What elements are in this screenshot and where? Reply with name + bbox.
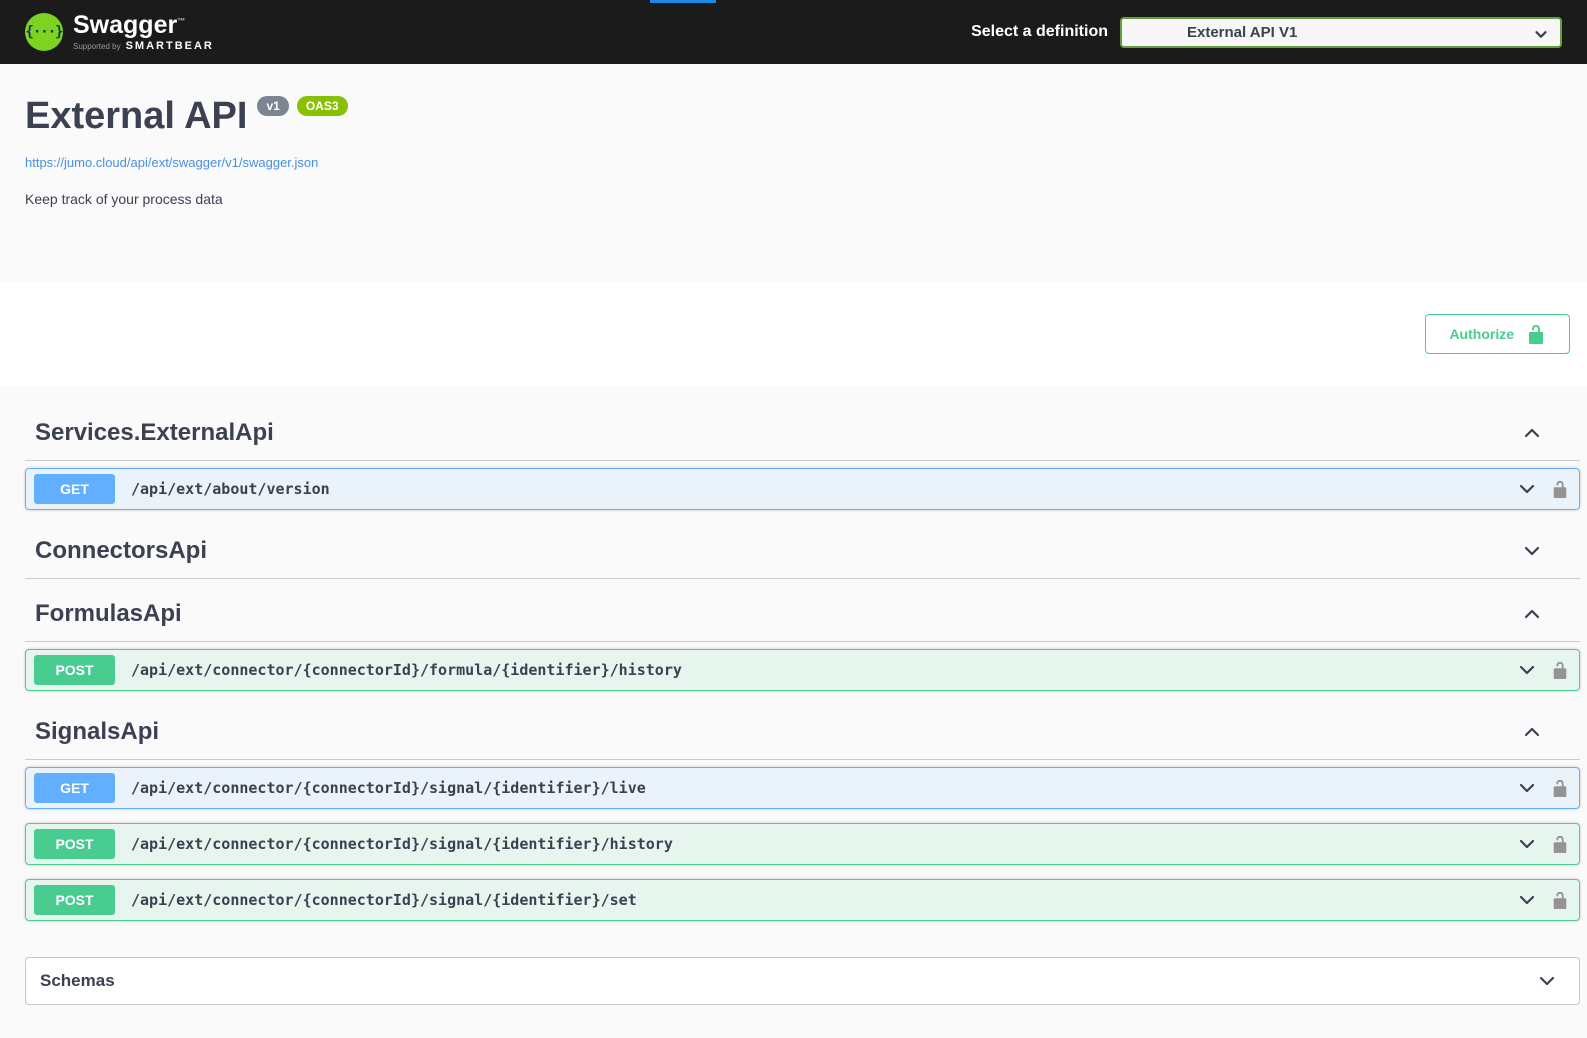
definition-selector: Select a definition External API V1 bbox=[971, 17, 1562, 48]
operation-row[interactable]: POST/api/ext/connector/{connectorId}/sig… bbox=[25, 879, 1580, 921]
operation-path: /api/ext/connector/{connectorId}/signal/… bbox=[131, 779, 646, 797]
scheme-container: Authorize bbox=[0, 282, 1587, 386]
operation-path: /api/ext/connector/{connectorId}/signal/… bbox=[131, 835, 673, 853]
spec-url-link[interactable]: https://jumo.cloud/api/ext/swagger/v1/sw… bbox=[25, 155, 318, 170]
operation-controls bbox=[1517, 778, 1569, 798]
opblock-tag-section: Services.ExternalApi GET/api/ext/about/ve… bbox=[25, 406, 1580, 510]
version-badge: v1 bbox=[257, 96, 288, 116]
sections-root: Services.ExternalApi GET/api/ext/about/ve… bbox=[25, 406, 1580, 921]
api-description: Keep track of your process data bbox=[25, 191, 1562, 207]
section-header[interactable]: FormulasApi bbox=[25, 587, 1580, 642]
supported-by-prefix: Supported by bbox=[73, 43, 121, 51]
chevron-down-icon bbox=[1532, 25, 1550, 43]
operation-row[interactable]: POST/api/ext/connector/{connectorId}/for… bbox=[25, 649, 1580, 691]
swagger-braces-icon: {···} bbox=[25, 13, 63, 51]
chevron-up-icon[interactable] bbox=[1522, 423, 1542, 443]
unlock-icon[interactable] bbox=[1551, 779, 1569, 797]
chevron-up-icon[interactable] bbox=[1522, 604, 1542, 624]
progress-bar bbox=[650, 0, 716, 3]
authorize-button[interactable]: Authorize bbox=[1425, 314, 1570, 354]
chevron-up-icon[interactable] bbox=[1522, 722, 1542, 742]
operation-row[interactable]: GET/api/ext/connector/{connectorId}/sign… bbox=[25, 767, 1580, 809]
section-title: ConnectorsApi bbox=[35, 538, 207, 564]
chevron-down-icon[interactable] bbox=[1517, 890, 1537, 910]
swagger-ui-page: {···} Swagger™ Supported by SMARTBEAR Se… bbox=[0, 0, 1587, 1038]
section-header[interactable]: ConnectorsApi bbox=[25, 524, 1580, 579]
operations-list: GET/api/ext/about/version bbox=[25, 461, 1580, 510]
unlock-icon[interactable] bbox=[1551, 480, 1569, 498]
operation-controls bbox=[1517, 660, 1569, 680]
operation-controls bbox=[1517, 890, 1569, 910]
api-title: External API v1 OAS3 bbox=[25, 94, 1562, 138]
schemas-section-header[interactable]: Schemas bbox=[25, 957, 1580, 1005]
method-badge: GET bbox=[34, 474, 115, 504]
smartbear-wordmark: SMARTBEAR bbox=[126, 41, 214, 52]
section-title: SignalsApi bbox=[35, 719, 159, 745]
method-badge: POST bbox=[34, 885, 115, 915]
section-header[interactable]: SignalsApi bbox=[25, 705, 1580, 760]
operations-wrapper: Services.ExternalApi GET/api/ext/about/ve… bbox=[0, 386, 1587, 1005]
chevron-down-icon[interactable] bbox=[1517, 834, 1537, 854]
topbar: {···} Swagger™ Supported by SMARTBEAR Se… bbox=[0, 0, 1587, 64]
unlock-icon[interactable] bbox=[1551, 661, 1569, 679]
brand-name: Swagger™ bbox=[73, 13, 214, 38]
info-section: External API v1 OAS3 https://jumo.cloud/… bbox=[0, 64, 1587, 282]
operation-controls bbox=[1517, 834, 1569, 854]
opblock-tag-section: FormulasApi POST/api/ext/connector/{conne… bbox=[25, 587, 1580, 691]
section-header[interactable]: Services.ExternalApi bbox=[25, 406, 1580, 461]
section-title: FormulasApi bbox=[35, 601, 182, 627]
authorize-label: Authorize bbox=[1449, 326, 1514, 342]
opblock-tag-section: ConnectorsApi bbox=[25, 524, 1580, 579]
api-title-text: External API bbox=[25, 94, 247, 138]
section-title: Services.ExternalApi bbox=[35, 420, 274, 446]
opblock-tag-section: SignalsApi GET/api/ext/connector/{connect… bbox=[25, 705, 1580, 921]
definition-select[interactable]: External API V1 bbox=[1120, 17, 1562, 48]
unlock-icon[interactable] bbox=[1551, 835, 1569, 853]
operation-controls bbox=[1517, 479, 1569, 499]
chevron-down-icon[interactable] bbox=[1522, 541, 1542, 561]
operation-row[interactable]: GET/api/ext/about/version bbox=[25, 468, 1580, 510]
unlock-icon[interactable] bbox=[1551, 891, 1569, 909]
definition-select-value: External API V1 bbox=[1187, 24, 1297, 41]
chevron-down-icon[interactable] bbox=[1517, 479, 1537, 499]
chevron-down-icon[interactable] bbox=[1537, 971, 1557, 991]
schemas-title: Schemas bbox=[40, 971, 115, 991]
definition-label: Select a definition bbox=[971, 23, 1108, 41]
unlock-icon bbox=[1526, 324, 1546, 344]
chevron-down-icon[interactable] bbox=[1517, 778, 1537, 798]
operation-row[interactable]: POST/api/ext/connector/{connectorId}/sig… bbox=[25, 823, 1580, 865]
operation-path: /api/ext/connector/{connectorId}/signal/… bbox=[131, 891, 637, 909]
operations-list: GET/api/ext/connector/{connectorId}/sign… bbox=[25, 760, 1580, 921]
operations-list: POST/api/ext/connector/{connectorId}/for… bbox=[25, 642, 1580, 691]
swagger-logo[interactable]: {···} Swagger™ Supported by SMARTBEAR bbox=[25, 13, 214, 52]
method-badge: GET bbox=[34, 773, 115, 803]
oas3-badge: OAS3 bbox=[297, 96, 348, 116]
operation-path: /api/ext/connector/{connectorId}/formula… bbox=[131, 661, 682, 679]
operation-path: /api/ext/about/version bbox=[131, 480, 330, 498]
chevron-down-icon[interactable] bbox=[1517, 660, 1537, 680]
method-badge: POST bbox=[34, 829, 115, 859]
supported-by: Supported by SMARTBEAR bbox=[73, 41, 214, 52]
method-badge: POST bbox=[34, 655, 115, 685]
